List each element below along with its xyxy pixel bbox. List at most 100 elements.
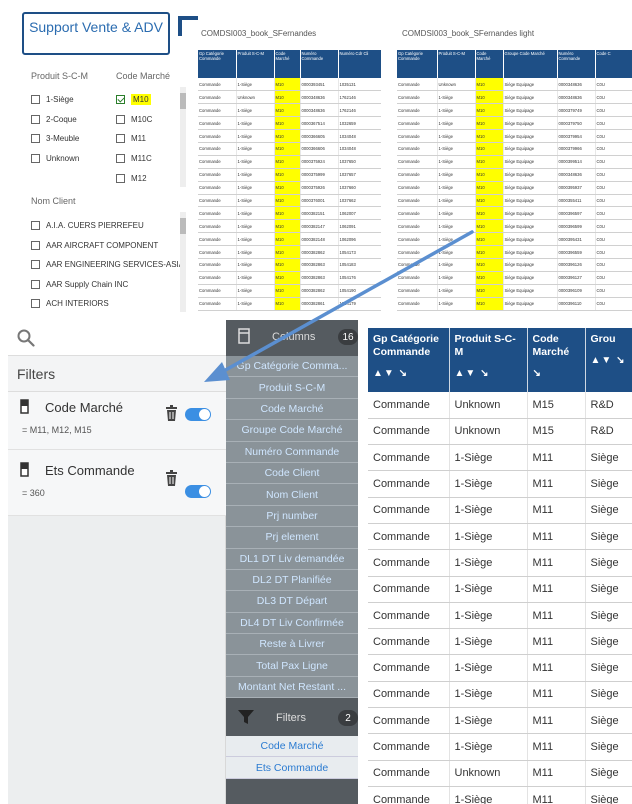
checkbox[interactable] xyxy=(116,154,125,164)
table-row[interactable]: Commande 1-Siège M10 0000382151 1062007 xyxy=(198,206,381,221)
sort-icon[interactable]: ▲▼ ↘ xyxy=(373,367,444,380)
table-row[interactable]: Commande 1-Siège M11 Siège xyxy=(368,602,632,630)
client-option-1[interactable]: A.I.A. CUERS PIERREFEU xyxy=(31,219,184,232)
table-row[interactable]: Commande 1-Siège M10 0000367514 1032659 xyxy=(198,116,381,131)
checkbox[interactable] xyxy=(31,95,40,104)
produit-option-1[interactable]: 1-Siège xyxy=(31,93,79,106)
column-item[interactable]: Produit S-C-M xyxy=(226,377,358,399)
produit-option-3[interactable]: 3-Meuble xyxy=(31,132,79,145)
table-row[interactable]: Commande 1-Siège M10 Siège Equipage 00003797… xyxy=(397,116,632,131)
table-row[interactable]: Commande 1-Siège M11 Siège xyxy=(368,681,632,709)
code-option-4[interactable]: M11C xyxy=(116,152,152,165)
table-row[interactable]: Commande 1-Siège M10 Siège Equipage 00003995… xyxy=(397,155,632,169)
checkbox[interactable] xyxy=(31,154,40,164)
table-row[interactable]: Commande 1-Siège M11 Siège xyxy=(368,549,632,577)
column-item[interactable]: DL4 DT Liv Confirmée xyxy=(226,612,358,635)
active-filter-item[interactable]: Ets Commande xyxy=(226,757,358,779)
code-option-3[interactable]: M11 xyxy=(116,132,152,145)
checkbox[interactable] xyxy=(31,279,40,289)
produit-option-4[interactable]: Unknown xyxy=(31,152,79,165)
column-item[interactable]: Gp Catégorie Comma... xyxy=(226,356,358,378)
checkbox[interactable] xyxy=(31,134,40,144)
table-row[interactable]: Commande 1-Siège M10 0000366606 1034048 xyxy=(198,142,381,156)
table-row[interactable]: Commande 1-Siège M11 Siège xyxy=(368,470,632,498)
column-header[interactable]: Numéro Commande xyxy=(300,50,339,78)
search-bar[interactable] xyxy=(8,320,226,356)
table-row[interactable]: Commande 1-Siège M10 0000382148 1062096 xyxy=(198,232,381,247)
column-header[interactable]: Code C xyxy=(595,50,632,78)
table-row[interactable]: Commande 1-Siège M10 Siège Equipage 00003799… xyxy=(397,129,632,143)
scroll-thumb[interactable] xyxy=(180,218,186,234)
table-row[interactable]: Commande 1-Siège M10 Siège Equipage 00003554… xyxy=(397,194,632,208)
search-icon[interactable] xyxy=(17,329,35,347)
table-row[interactable]: Commande 1-Siège M10 Siège Equipage 00003797… xyxy=(397,103,632,118)
client-option-4[interactable]: AAR Supply Chain INC xyxy=(31,278,184,291)
table-row[interactable]: Commande 1-Siège M11 Siège xyxy=(368,576,632,603)
trash-icon[interactable] xyxy=(165,470,178,486)
table-row[interactable]: Commande 1-Siège M10 0000393451 1035131 xyxy=(198,78,381,92)
column-header[interactable]: Code Marché xyxy=(274,50,301,78)
table-row[interactable]: Commande 1-Siège M10 Siège Equipage 00003961… xyxy=(397,271,632,285)
checkbox[interactable] xyxy=(31,114,40,124)
table-row[interactable]: Commande 1-Siège M10 Siège Equipage 00003961… xyxy=(397,258,632,272)
table-row[interactable]: Commande 1-Siège M10 Siège Equipage 00003959… xyxy=(397,181,632,195)
table-row[interactable]: Commande 1-Siège M10 Siège Equipage 00003961… xyxy=(397,284,632,298)
scroll-thumb[interactable] xyxy=(180,93,186,109)
column-item[interactable]: DL3 DT Départ xyxy=(226,591,358,613)
checkbox[interactable] xyxy=(31,260,40,270)
column-header[interactable]: Code Marché ↘ xyxy=(527,328,586,392)
table-row[interactable]: Commande 1-Siège M10 Siège Equipage 00003486… xyxy=(397,90,632,105)
table-row[interactable]: Commande 1-Siège M10 0000382862 1054190 xyxy=(198,284,381,298)
table-row[interactable]: Commande 1-Siège M10 Siège Equipage 00003486… xyxy=(397,168,632,182)
column-header[interactable]: Groupe Code Marché xyxy=(503,50,558,78)
filter-toggle[interactable] xyxy=(185,485,211,498)
column-header[interactable]: Code Marché xyxy=(475,50,504,78)
column-item[interactable]: DL1 DT Liv demandée xyxy=(226,548,358,570)
checked-checkbox-icon[interactable] xyxy=(116,95,125,104)
table-row[interactable]: Commande 1-Siège M10 0000375926 1037660 xyxy=(198,181,381,195)
table-row[interactable]: Commande 1-Siège M10 0000366605 1034048 xyxy=(198,129,381,143)
table-row[interactable]: Commande 1-Siège M11 Siège xyxy=(368,628,632,656)
table-row[interactable]: Commande Unknown M10 Siège Equipage 00003486… xyxy=(397,78,632,92)
table-row[interactable]: Commande 1-Siège M11 Siège xyxy=(368,733,632,761)
code-option-5[interactable]: M12 xyxy=(116,172,152,185)
sort-icon[interactable]: ▲▼ ↘ xyxy=(455,367,522,380)
table-row[interactable]: Commande 1-Siège M10 Siège Equipage 00003965… xyxy=(397,219,632,234)
column-header[interactable]: Produit S-C-M xyxy=(437,50,476,78)
column-item[interactable]: Reste à Livrer xyxy=(226,634,358,656)
column-item[interactable]: Groupe Code Marché xyxy=(226,420,358,442)
table-row[interactable]: Commande 1-Siège M11 Siège xyxy=(368,654,632,682)
table-row[interactable]: Commande 1-Siège M10 Siège Equipage 00003961… xyxy=(397,297,632,311)
column-item[interactable]: Nom Client xyxy=(226,484,358,506)
table-row[interactable]: Commande 1-Siège M10 0000376001 1037662 xyxy=(198,194,381,208)
table-row[interactable]: Commande 1-Siège M10 0000382863 1054183 xyxy=(198,258,381,272)
code-option-1[interactable]: M10 xyxy=(116,93,152,106)
table-row[interactable]: Commande 1-Siège M10 0000382861 1054179 xyxy=(198,297,381,311)
table-row[interactable]: Commande 1-Siège M11 Siège xyxy=(368,444,632,472)
filter-item-ets-commande[interactable] xyxy=(8,450,226,516)
column-header[interactable]: Numéro Commande xyxy=(557,50,596,78)
table-row[interactable]: Commande Unknown M10 0000348636 1762146 xyxy=(198,90,381,105)
table-row[interactable]: Commande 1-Siège M10 0000348636 1762146 xyxy=(198,103,381,118)
column-header[interactable]: Produit S-C-M xyxy=(236,50,275,78)
table-row[interactable]: Commande 1-Siège M10 Siège Equipage 00003954… xyxy=(397,232,632,247)
table-row[interactable]: Commande 1-Siège M11 Siège xyxy=(368,523,632,551)
checkbox[interactable] xyxy=(116,114,125,124)
column-item[interactable]: Total Pax Ligne xyxy=(226,655,358,677)
column-item[interactable]: Prj element xyxy=(226,527,358,549)
column-item[interactable]: Code Client xyxy=(226,462,358,485)
produit-option-2[interactable]: 2-Coque xyxy=(31,113,79,126)
code-scrollbar[interactable] xyxy=(180,87,186,187)
checkbox[interactable] xyxy=(31,221,40,230)
sort-icon[interactable]: ▲▼ ↘ xyxy=(591,354,632,367)
table-row[interactable]: Commande 1-Siège M10 Siège Equipage 00003965… xyxy=(397,245,632,259)
column-header[interactable]: Gp Catégorie Commande xyxy=(198,50,237,78)
filter-toggle[interactable] xyxy=(185,408,211,421)
client-option-5[interactable]: ACH INTERIORS xyxy=(31,297,184,310)
sort-icon[interactable]: ↘ xyxy=(533,367,580,380)
code-option-2[interactable]: M10C xyxy=(116,113,152,126)
table-row[interactable]: Commande 1-Siège M10 Siège Equipage 00003965… xyxy=(397,206,632,221)
trash-icon[interactable] xyxy=(165,405,178,421)
client-scrollbar[interactable] xyxy=(180,212,186,312)
column-item[interactable]: Montant Net Restant ... xyxy=(226,676,358,699)
